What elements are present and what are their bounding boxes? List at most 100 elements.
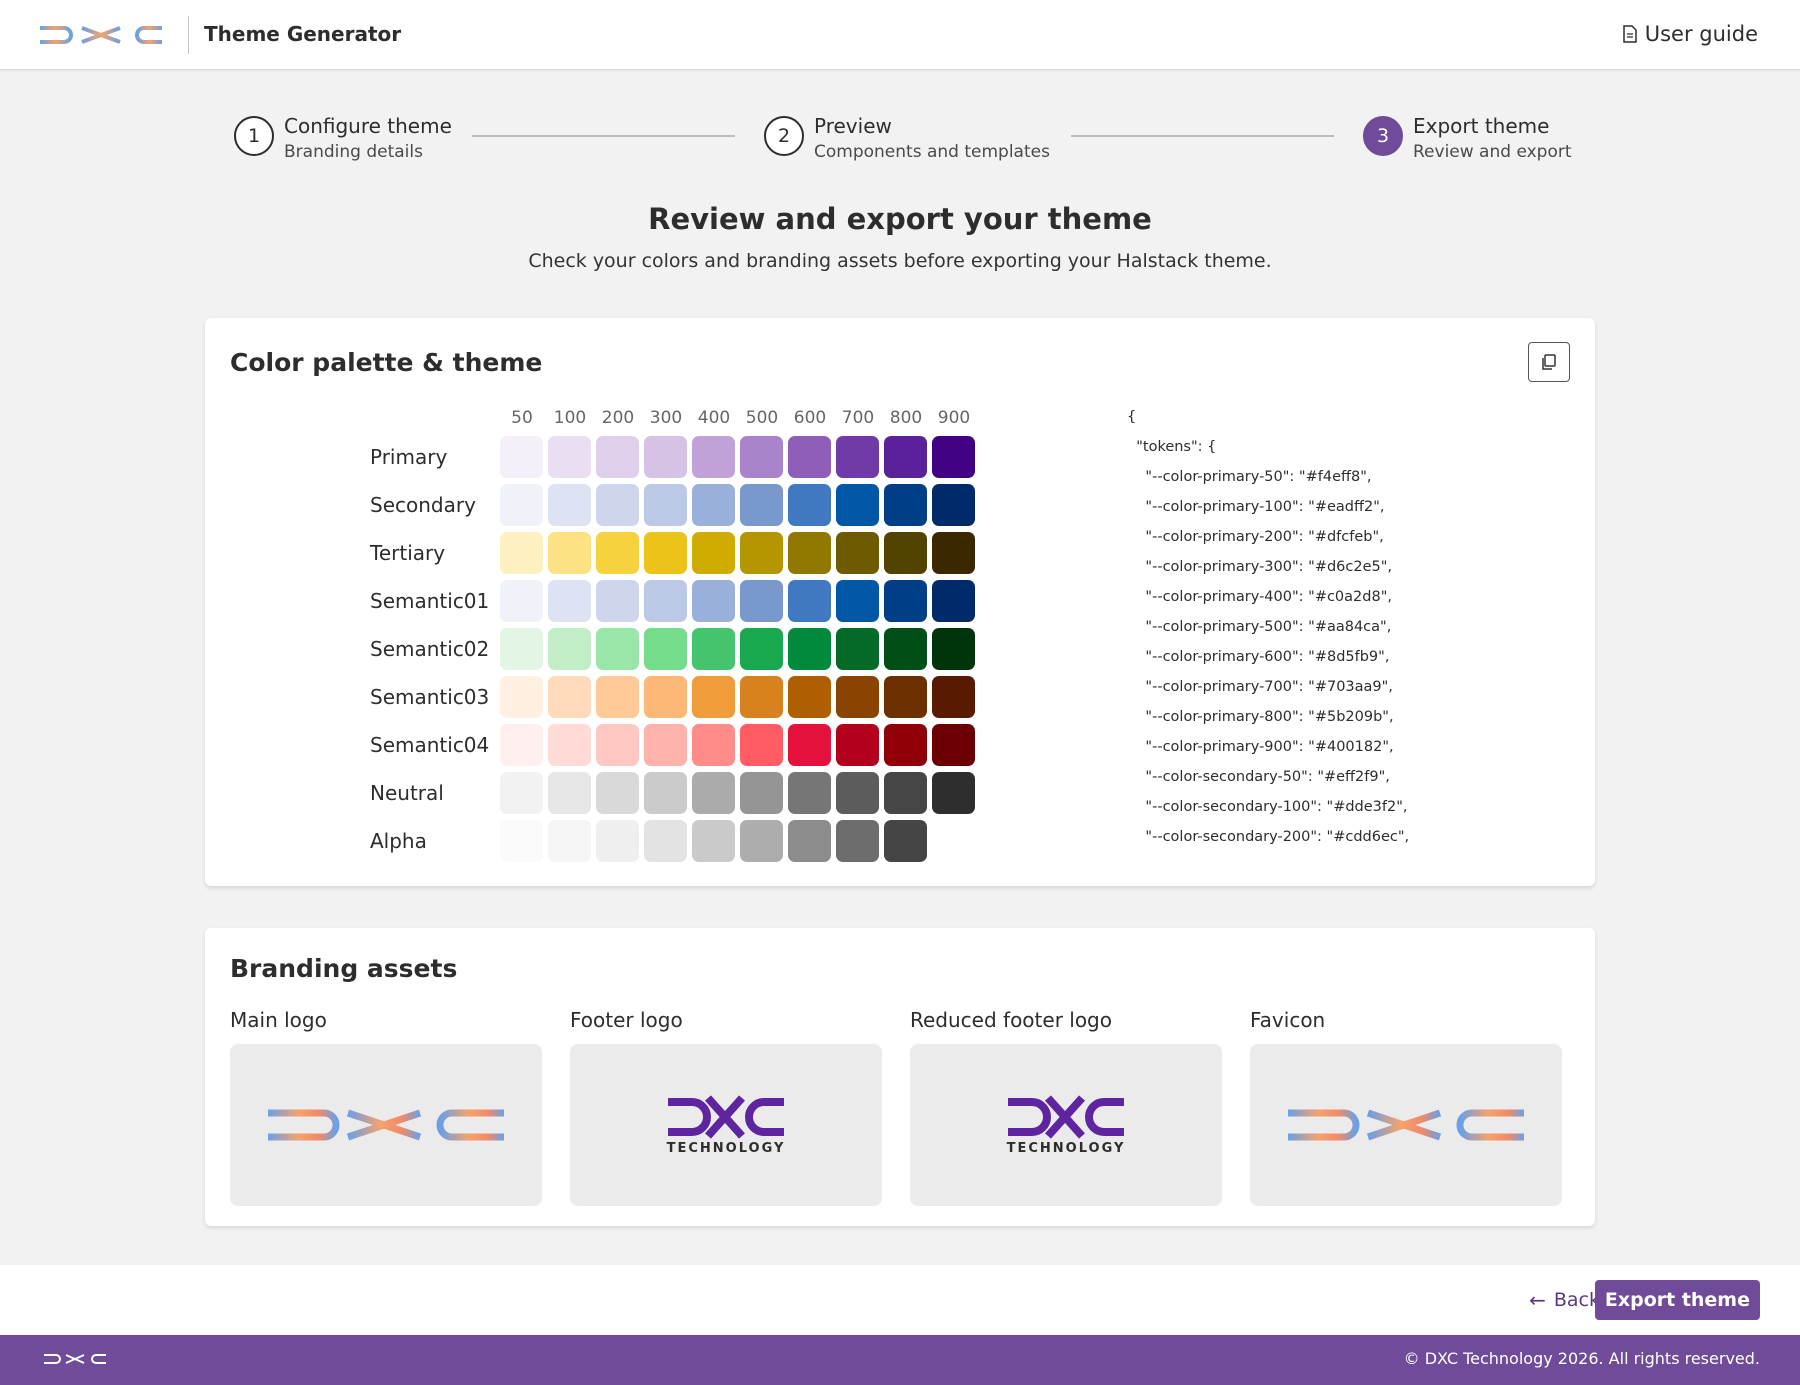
color-swatch[interactable] (692, 724, 735, 766)
color-swatch[interactable] (692, 820, 735, 862)
color-swatch[interactable] (596, 484, 639, 526)
color-swatch[interactable] (548, 820, 591, 862)
color-swatch[interactable] (740, 772, 783, 814)
color-swatch[interactable] (740, 820, 783, 862)
color-swatch[interactable] (788, 676, 831, 718)
color-swatch[interactable] (884, 772, 927, 814)
color-swatch[interactable] (500, 484, 543, 526)
color-swatch[interactable] (500, 436, 543, 478)
color-swatch[interactable] (596, 772, 639, 814)
back-button[interactable]: ← Back (1529, 1281, 1600, 1319)
color-swatch[interactable] (500, 724, 543, 766)
color-swatch[interactable] (548, 436, 591, 478)
color-swatch[interactable] (692, 676, 735, 718)
color-swatch[interactable] (692, 532, 735, 574)
color-swatch[interactable] (788, 436, 831, 478)
color-swatch[interactable] (596, 628, 639, 670)
color-swatch[interactable] (500, 820, 543, 862)
color-swatch[interactable] (884, 724, 927, 766)
color-swatch[interactable] (932, 580, 975, 622)
color-swatch[interactable] (836, 676, 879, 718)
step-preview[interactable]: 2 Preview Components and templates (764, 114, 1050, 164)
color-swatch[interactable] (596, 724, 639, 766)
theme-json-code[interactable]: { "tokens": { "--color-primary-50": "#f4… (1127, 402, 1457, 862)
color-swatch[interactable] (644, 772, 687, 814)
color-swatch[interactable] (884, 436, 927, 478)
color-swatch[interactable] (740, 676, 783, 718)
asset-preview[interactable]: TECHNOLOGY (570, 1044, 882, 1206)
color-swatch[interactable] (644, 484, 687, 526)
color-swatch[interactable] (884, 580, 927, 622)
color-swatch[interactable] (596, 676, 639, 718)
copy-button[interactable] (1528, 342, 1570, 382)
color-swatch[interactable] (932, 436, 975, 478)
color-swatch[interactable] (788, 484, 831, 526)
color-swatch[interactable] (500, 676, 543, 718)
color-swatch[interactable] (548, 484, 591, 526)
color-swatch[interactable] (932, 628, 975, 670)
color-swatch[interactable] (836, 580, 879, 622)
color-swatch[interactable] (548, 532, 591, 574)
color-swatch[interactable] (836, 724, 879, 766)
color-swatch[interactable] (692, 484, 735, 526)
color-swatch[interactable] (836, 436, 879, 478)
color-swatch[interactable] (500, 532, 543, 574)
color-swatch[interactable] (692, 580, 735, 622)
color-swatch[interactable] (500, 580, 543, 622)
color-swatch[interactable] (884, 484, 927, 526)
color-swatch[interactable] (644, 436, 687, 478)
export-theme-button[interactable]: Export theme (1594, 1280, 1760, 1320)
color-swatch[interactable] (788, 532, 831, 574)
color-swatch[interactable] (596, 436, 639, 478)
color-swatch[interactable] (836, 484, 879, 526)
user-guide-link[interactable]: User guide (1622, 22, 1758, 46)
asset-preview[interactable]: TECHNOLOGY (910, 1044, 1222, 1206)
color-swatch[interactable] (740, 532, 783, 574)
color-swatch[interactable] (932, 484, 975, 526)
color-swatch[interactable] (788, 628, 831, 670)
dxc-logo-icon[interactable] (40, 22, 162, 48)
color-swatch[interactable] (884, 628, 927, 670)
color-swatch[interactable] (500, 772, 543, 814)
color-swatch[interactable] (788, 820, 831, 862)
color-swatch[interactable] (644, 724, 687, 766)
color-swatch[interactable] (932, 532, 975, 574)
color-swatch[interactable] (596, 580, 639, 622)
color-swatch[interactable] (836, 772, 879, 814)
color-swatch[interactable] (836, 532, 879, 574)
color-swatch[interactable] (788, 772, 831, 814)
color-swatch[interactable] (548, 580, 591, 622)
step-configure-theme[interactable]: 1 Configure theme Branding details (234, 114, 452, 164)
color-swatch[interactable] (548, 772, 591, 814)
color-swatch[interactable] (788, 724, 831, 766)
color-swatch[interactable] (644, 628, 687, 670)
color-swatch[interactable] (500, 628, 543, 670)
color-swatch[interactable] (884, 820, 927, 862)
color-swatch[interactable] (644, 820, 687, 862)
color-swatch[interactable] (836, 628, 879, 670)
color-swatch[interactable] (644, 580, 687, 622)
color-swatch[interactable] (548, 628, 591, 670)
color-swatch[interactable] (932, 676, 975, 718)
color-swatch[interactable] (884, 532, 927, 574)
color-swatch[interactable] (788, 580, 831, 622)
color-swatch[interactable] (548, 676, 591, 718)
color-swatch[interactable] (740, 724, 783, 766)
color-swatch[interactable] (932, 772, 975, 814)
asset-preview[interactable] (1250, 1044, 1562, 1206)
step-export-theme[interactable]: 3 Export theme Review and export (1363, 114, 1572, 164)
color-swatch[interactable] (692, 436, 735, 478)
color-swatch[interactable] (740, 628, 783, 670)
color-swatch[interactable] (740, 436, 783, 478)
color-swatch[interactable] (932, 724, 975, 766)
asset-preview[interactable] (230, 1044, 542, 1206)
color-swatch[interactable] (884, 676, 927, 718)
color-swatch[interactable] (740, 484, 783, 526)
color-swatch[interactable] (692, 628, 735, 670)
color-swatch[interactable] (836, 820, 879, 862)
color-swatch[interactable] (692, 772, 735, 814)
color-swatch[interactable] (596, 820, 639, 862)
color-swatch[interactable] (596, 532, 639, 574)
color-swatch[interactable] (644, 532, 687, 574)
color-swatch[interactable] (740, 580, 783, 622)
